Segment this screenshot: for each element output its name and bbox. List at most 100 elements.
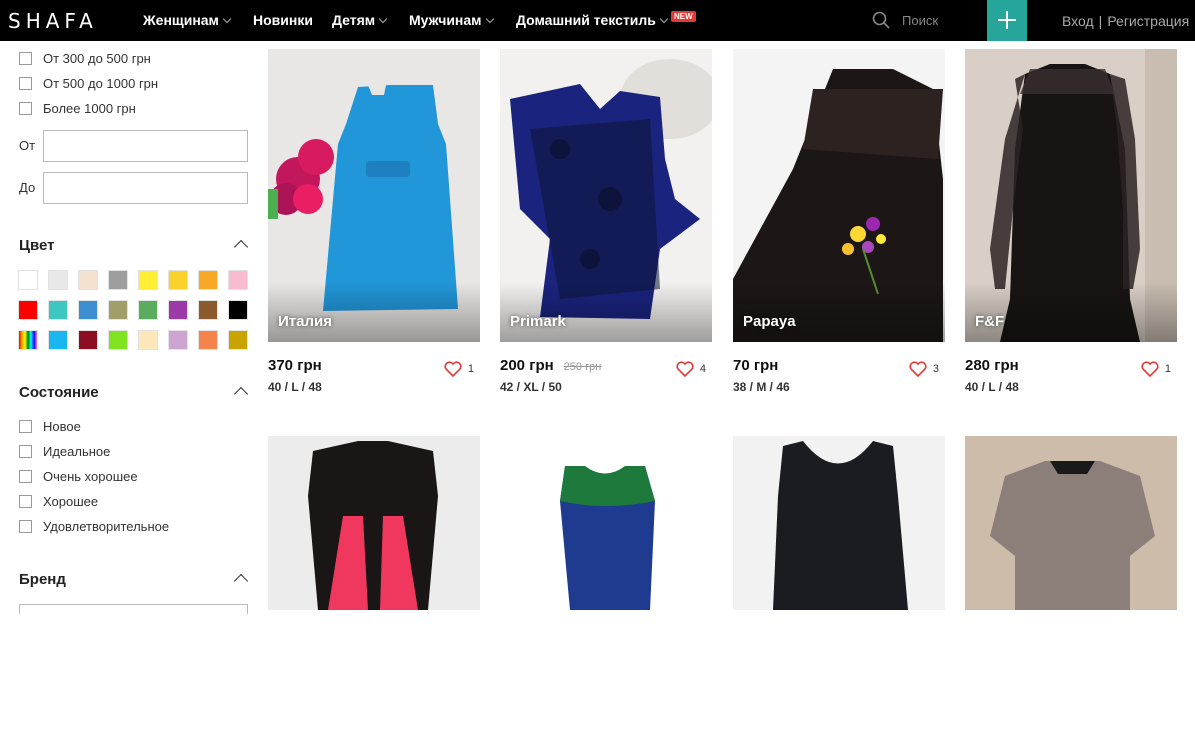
color-swatch[interactable] — [108, 300, 128, 320]
product-image[interactable]: Италия — [268, 49, 480, 342]
color-swatch[interactable] — [198, 330, 218, 350]
new-badge: NEW — [671, 11, 696, 22]
like-button[interactable]: 3 — [909, 361, 939, 377]
heart-icon — [676, 361, 694, 377]
product-image[interactable]: Papaya — [733, 49, 945, 342]
nav-home-textile[interactable]: Домашний текстиль — [516, 12, 669, 28]
color-swatch[interactable] — [138, 300, 158, 320]
filter-condition-ideal[interactable]: Идеальное — [19, 444, 110, 459]
product-price: 200 грн 250 грн — [500, 357, 601, 374]
color-swatch[interactable] — [228, 270, 248, 290]
condition-section-title[interactable]: Состояние — [19, 384, 99, 401]
filter-condition-satisfactory[interactable]: Удовлетворительное — [19, 519, 169, 534]
filter-condition-good[interactable]: Хорошее — [19, 494, 98, 509]
checkbox[interactable] — [19, 520, 32, 533]
chevron-up-icon[interactable] — [233, 386, 249, 402]
checkbox[interactable] — [19, 495, 32, 508]
product-card[interactable] — [733, 436, 945, 729]
color-swatch[interactable] — [168, 330, 188, 350]
product-card[interactable]: Papaya 70 грн 38 / M / 46 3 — [733, 49, 945, 394]
color-swatch[interactable] — [78, 300, 98, 320]
color-swatch[interactable] — [138, 270, 158, 290]
product-brand: Италия — [278, 313, 332, 330]
checkbox[interactable] — [19, 470, 32, 483]
color-swatch[interactable] — [198, 270, 218, 290]
product-card[interactable] — [965, 436, 1177, 729]
filter-price-300-500[interactable]: От 300 до 500 грн — [19, 51, 151, 66]
product-image[interactable]: F&F — [965, 49, 1177, 342]
like-button[interactable]: 1 — [444, 361, 474, 377]
color-swatch[interactable] — [18, 270, 38, 290]
product-size: 40 / L / 48 — [268, 380, 322, 394]
checkbox[interactable] — [19, 445, 32, 458]
add-item-button[interactable] — [987, 0, 1027, 41]
color-swatch[interactable] — [228, 300, 248, 320]
top-navbar: SHAFA Женщинам Новинки Детям Мужчинам До… — [0, 0, 1195, 41]
filter-price-500-1000[interactable]: От 500 до 1000 грн — [19, 76, 158, 91]
color-swatch[interactable] — [48, 300, 68, 320]
color-swatch[interactable] — [48, 330, 68, 350]
filter-condition-new[interactable]: Новое — [19, 419, 81, 434]
old-price: 250 грн — [563, 361, 602, 373]
product-image[interactable]: Primark — [500, 49, 712, 342]
price-to-input[interactable] — [43, 172, 248, 204]
checkbox[interactable] — [19, 52, 32, 65]
checkbox[interactable] — [19, 77, 32, 90]
like-button[interactable]: 1 — [1141, 361, 1171, 377]
color-swatch[interactable] — [78, 330, 98, 350]
login-link[interactable]: Вход — [1062, 13, 1094, 29]
filter-price-1000-plus[interactable]: Более 1000 грн — [19, 101, 136, 116]
color-swatch[interactable] — [198, 300, 218, 320]
checkbox[interactable] — [19, 102, 32, 115]
product-brand: Papaya — [743, 313, 796, 330]
search-icon[interactable] — [872, 11, 890, 29]
color-swatch[interactable] — [138, 330, 158, 350]
product-image[interactable] — [268, 436, 480, 729]
chevron-up-icon[interactable] — [233, 239, 249, 255]
auth-links: Вход | Регистрация — [1062, 13, 1189, 29]
nav-men[interactable]: Мужчинам — [409, 12, 494, 28]
color-swatch[interactable] — [108, 330, 128, 350]
search-input[interactable]: Поиск — [902, 13, 938, 28]
nav-women[interactable]: Женщинам — [143, 12, 232, 28]
nav-kids-label: Детям — [332, 12, 376, 28]
product-image[interactable] — [965, 436, 1177, 729]
checkbox[interactable] — [19, 420, 32, 433]
heart-icon — [1141, 361, 1159, 377]
color-swatch[interactable] — [168, 300, 188, 320]
color-swatch[interactable] — [48, 270, 68, 290]
filter-label: Новое — [43, 419, 81, 434]
price-from-input[interactable] — [43, 130, 248, 162]
product-image[interactable] — [733, 436, 945, 729]
product-size: 38 / M / 46 — [733, 380, 790, 394]
nav-new[interactable]: Новинки — [253, 12, 313, 28]
color-swatch[interactable] — [168, 270, 188, 290]
color-swatch[interactable] — [78, 270, 98, 290]
site-logo[interactable]: SHAFA — [8, 9, 98, 33]
chevron-up-icon[interactable] — [233, 573, 249, 589]
like-count: 1 — [1164, 363, 1171, 375]
product-card[interactable]: F&F 280 грн 40 / L / 48 1 — [965, 49, 1177, 394]
product-card[interactable] — [268, 436, 480, 729]
nav-kids[interactable]: Детям — [332, 12, 388, 28]
product-card[interactable]: Primark 200 грн 250 грн 42 / XL / 50 4 — [500, 49, 712, 394]
nav-home-textile-label: Домашний текстиль — [516, 12, 656, 28]
filter-sidebar: От 300 до 500 грн От 500 до 1000 грн Бол… — [0, 41, 260, 614]
brand-search-input[interactable] — [19, 604, 248, 614]
color-section-title[interactable]: Цвет — [19, 237, 54, 254]
color-swatch[interactable] — [228, 330, 248, 350]
product-card[interactable]: Италия 370 грн 40 / L / 48 1 — [268, 49, 480, 394]
like-button[interactable]: 4 — [676, 361, 706, 377]
product-size: 40 / L / 48 — [965, 380, 1019, 394]
product-card[interactable] — [500, 436, 712, 729]
color-swatch[interactable] — [18, 330, 38, 350]
product-image[interactable] — [500, 436, 712, 729]
brand-section-title[interactable]: Бренд — [19, 571, 66, 588]
color-swatch[interactable] — [108, 270, 128, 290]
register-link[interactable]: Регистрация — [1107, 13, 1189, 29]
color-swatch[interactable] — [18, 300, 38, 320]
image-overlay — [268, 282, 480, 342]
filter-condition-very-good[interactable]: Очень хорошее — [19, 469, 138, 484]
price-value: 200 грн — [500, 357, 554, 374]
filter-label: Очень хорошее — [43, 469, 138, 484]
